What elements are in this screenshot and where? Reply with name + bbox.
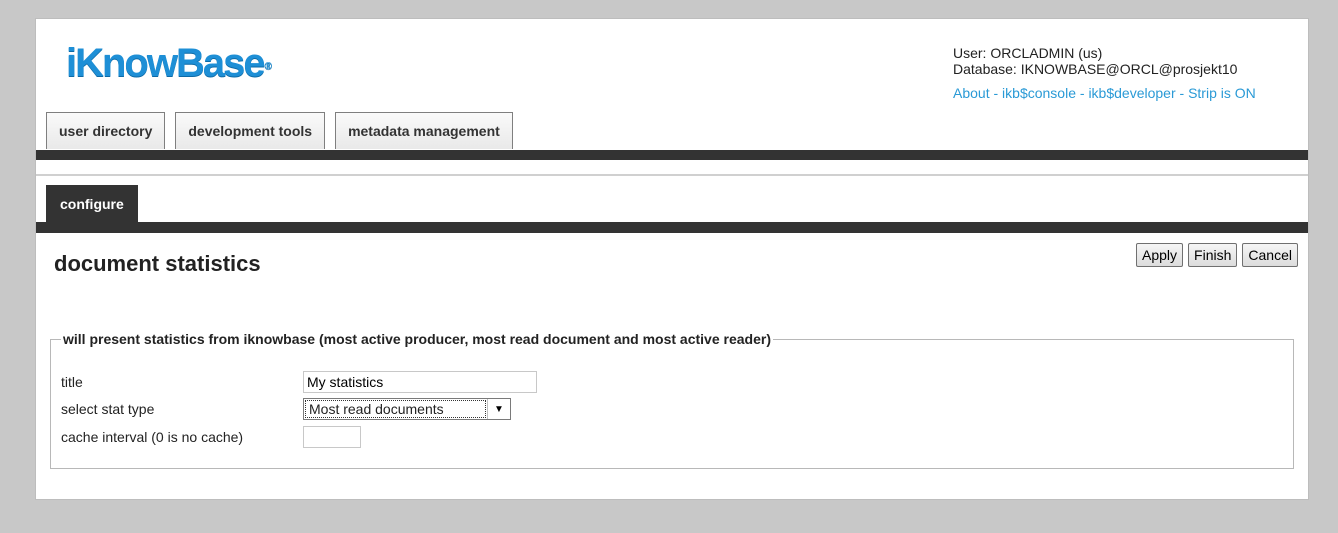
finish-button[interactable]: Finish bbox=[1188, 243, 1238, 267]
stat-type-label: select stat type bbox=[61, 401, 155, 417]
action-buttons: Apply Finish Cancel bbox=[1136, 243, 1298, 267]
stat-type-selected-value: Most read documents bbox=[305, 400, 486, 418]
database-line: Database: IKNOWBASE@ORCL@prosjekt10 bbox=[953, 61, 1238, 77]
tab-configure[interactable]: configure bbox=[46, 185, 138, 223]
fieldset-legend: will present statistics from iknowbase (… bbox=[63, 331, 771, 347]
cache-interval-input[interactable] bbox=[303, 426, 361, 448]
title-input[interactable] bbox=[303, 371, 537, 393]
about-link[interactable]: About bbox=[953, 85, 990, 101]
tab-development-tools[interactable]: development tools bbox=[175, 112, 326, 149]
main-tab-bar bbox=[36, 150, 1308, 160]
tab-user-directory[interactable]: user directory bbox=[46, 112, 166, 149]
sub-tab-bar bbox=[36, 222, 1308, 233]
apply-button[interactable]: Apply bbox=[1136, 243, 1184, 267]
page-container: iKnowBase® User: ORCLADMIN (us) Database… bbox=[35, 18, 1309, 500]
cache-row: cache interval (0 is no cache) bbox=[61, 426, 361, 448]
developer-link[interactable]: ikb$developer bbox=[1088, 85, 1175, 101]
console-link[interactable]: ikb$console bbox=[1002, 85, 1076, 101]
page-title: document statistics bbox=[54, 251, 261, 276]
chevron-down-icon[interactable]: ▼ bbox=[487, 399, 510, 419]
strip-link[interactable]: Strip is ON bbox=[1188, 85, 1256, 101]
main-tabs: user directory development tools metadat… bbox=[46, 112, 513, 150]
user-line: User: ORCLADMIN (us) bbox=[953, 45, 1103, 61]
stat-type-row: select stat type Most read documents ▼ bbox=[61, 398, 511, 420]
cancel-button[interactable]: Cancel bbox=[1242, 243, 1298, 267]
header-links: About - ikb$console - ikb$developer - St… bbox=[953, 85, 1256, 101]
statistics-fieldset: will present statistics from iknowbase (… bbox=[50, 331, 1294, 469]
title-label: title bbox=[61, 374, 83, 390]
link-separator: - bbox=[1075, 85, 1089, 101]
tab-metadata-management[interactable]: metadata management bbox=[335, 112, 513, 149]
title-row: title bbox=[61, 371, 537, 393]
user-info: User: ORCLADMIN (us) Database: IKNOWBASE… bbox=[953, 45, 1256, 101]
link-separator: - bbox=[989, 85, 1003, 101]
cache-label: cache interval (0 is no cache) bbox=[61, 429, 244, 445]
logo-registered-mark: ® bbox=[264, 61, 272, 72]
main-divider bbox=[36, 174, 1308, 176]
link-separator: - bbox=[1175, 85, 1189, 101]
logo-text: iKnowBase bbox=[66, 41, 266, 85]
iknowbase-logo: iKnowBase® bbox=[66, 41, 272, 85]
stat-type-select[interactable]: Most read documents ▼ bbox=[303, 398, 511, 420]
